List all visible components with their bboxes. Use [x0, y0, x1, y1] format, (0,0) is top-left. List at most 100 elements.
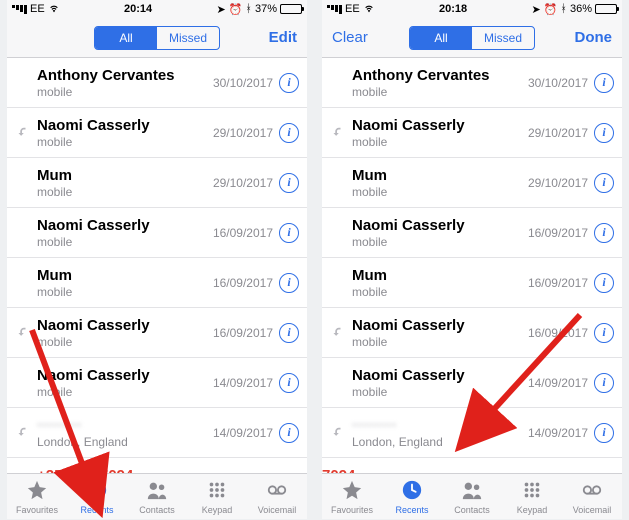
info-icon[interactable]: i [279, 423, 299, 443]
call-row[interactable]: Naomi Casserlymobile16/09/2017i [7, 208, 307, 258]
favourites-icon [341, 479, 363, 503]
info-icon[interactable]: i [279, 473, 299, 474]
call-row[interactable]: Naomi Casserlymobile14/09/2017 i [7, 358, 307, 408]
caller-name: Mum [37, 267, 213, 285]
info-icon[interactable]: i [594, 173, 614, 193]
info-icon[interactable]: i [279, 273, 299, 293]
nav-right-button[interactable]: Edit [247, 29, 297, 46]
location-icon: ➤ [531, 3, 540, 16]
tab-label: Recents [395, 505, 428, 515]
info-icon[interactable]: i [594, 323, 614, 343]
caller-subtitle: London, England [37, 435, 213, 449]
info-icon[interactable]: i [594, 423, 614, 443]
info-icon[interactable]: i [279, 373, 299, 393]
info-icon[interactable]: i [594, 473, 614, 474]
keypad-icon [206, 479, 228, 503]
battery-icon [280, 4, 302, 14]
battery-icon [595, 4, 617, 14]
status-bar: EE 20:18 ➤ ⏰ ᚼ 36% [322, 0, 622, 18]
call-date: 16/09/2017 [213, 326, 273, 340]
caller-subtitle: mobile [352, 385, 528, 399]
tab-recents[interactable]: Recents [382, 474, 442, 519]
caller-subtitle: mobile [37, 385, 213, 399]
navbar: Clear All Missed Done [322, 18, 622, 58]
wifi-icon [363, 4, 375, 14]
tab-recents[interactable]: Recents [67, 474, 127, 519]
tab-bar: Favourites Recents Contacts KeypadVoicemail [7, 473, 307, 519]
alarm-icon: ⏰ [229, 3, 243, 16]
outgoing-call-icon [15, 126, 29, 140]
tab-contacts[interactable]: Contacts [127, 474, 187, 519]
info-icon[interactable]: i [279, 73, 299, 93]
call-list[interactable]: Anthony Cervantesmobile30/10/2017iNaomi … [322, 58, 622, 473]
call-list[interactable]: Anthony Cervantesmobile30/10/2017iNaomi … [7, 58, 307, 473]
segment-all[interactable]: All [410, 27, 472, 49]
call-date: 14/09/2017 [528, 376, 588, 390]
tab-label: Contacts [139, 505, 175, 515]
call-date: 16/09/2017 [528, 326, 588, 340]
nav-right-button[interactable]: Done [562, 29, 612, 46]
tab-favourites[interactable]: Favourites [7, 474, 67, 519]
info-icon[interactable]: i [594, 123, 614, 143]
segment-all[interactable]: All [95, 27, 157, 49]
call-row[interactable]: Mummobile29/10/2017 i [322, 158, 622, 208]
tab-voicemail[interactable]: Voicemail [562, 474, 622, 519]
call-row[interactable]: Mummobile16/09/2017i [322, 258, 622, 308]
call-row[interactable]: Anthony Cervantesmobile30/10/2017i [7, 58, 307, 108]
info-icon[interactable]: i [594, 73, 614, 93]
segmented-control[interactable]: All Missed [94, 26, 220, 50]
call-date: 14/09/2017 [213, 376, 273, 390]
call-row[interactable]: ·········London, England14/09/2017i [322, 408, 622, 458]
info-icon[interactable]: i [279, 173, 299, 193]
caller-name: Mum [352, 167, 528, 185]
battery-pct: 37% [255, 3, 277, 15]
caller-subtitle: mobile [352, 335, 528, 349]
tab-keypad[interactable]: Keypad [502, 474, 562, 519]
info-icon[interactable]: i [279, 323, 299, 343]
caller-name: Naomi Casserly [352, 317, 528, 335]
contacts-icon [461, 479, 483, 503]
caller-name: Naomi Casserly [37, 367, 213, 385]
call-row[interactable]: Naomi Casserlymobile16/09/2017i [7, 308, 307, 358]
call-row[interactable]: Naomi Casserlymobile16/09/2017 i [322, 308, 622, 358]
info-icon[interactable]: i [279, 223, 299, 243]
segment-missed[interactable]: Missed [157, 27, 219, 49]
segment-missed[interactable]: Missed [472, 27, 534, 49]
call-row[interactable]: Naomi Casserlymobile29/10/2017i [322, 108, 622, 158]
call-row[interactable]: Mummobile29/10/2017i [7, 158, 307, 208]
nav-left-button[interactable]: Clear [332, 29, 382, 46]
call-row[interactable]: Mummobile16/09/2017i [7, 258, 307, 308]
bluetooth-icon: ᚼ [245, 3, 252, 15]
caller-subtitle: mobile [37, 235, 213, 249]
call-row[interactable]: Naomi Casserlymobile29/10/2017i [7, 108, 307, 158]
tab-favourites[interactable]: Favourites [322, 474, 382, 519]
info-icon[interactable]: i [594, 273, 614, 293]
caller-subtitle: mobile [352, 185, 528, 199]
caller-name: Anthony Cervantes [37, 67, 213, 85]
caller-subtitle: mobile [352, 135, 528, 149]
call-date: 30/10/2017 [528, 76, 588, 90]
tab-voicemail[interactable]: Voicemail [247, 474, 307, 519]
caller-subtitle: mobile [37, 335, 213, 349]
tab-bar: Favourites Recents ContactsKeypad Voicemail [322, 473, 622, 519]
caller-name: Mum [352, 267, 528, 285]
signal-icon [327, 5, 342, 14]
tab-keypad[interactable]: Keypad [187, 474, 247, 519]
tab-label: Favourites [331, 505, 373, 515]
call-row[interactable]: Naomi Casserlymobile14/09/2017i [322, 358, 622, 408]
info-icon[interactable]: i [594, 223, 614, 243]
call-row[interactable]: 5047094lia13/09/2017iDelete [322, 458, 622, 473]
call-row[interactable]: Naomi Casserlymobile16/09/2017i [322, 208, 622, 258]
info-icon[interactable]: i [279, 123, 299, 143]
outgoing-call-icon [15, 326, 29, 340]
tab-label: Voicemail [573, 505, 612, 515]
navbar: All Missed Edit [7, 18, 307, 58]
info-icon[interactable]: i [594, 373, 614, 393]
call-row[interactable]: +252 5047094Somalia13/09/2017i [7, 458, 307, 473]
call-row[interactable]: ·········London, England14/09/2017i [7, 408, 307, 458]
call-row[interactable]: Anthony Cervantesmobile30/10/2017i [322, 58, 622, 108]
tab-contacts[interactable]: Contacts [442, 474, 502, 519]
call-date: 29/10/2017 [528, 176, 588, 190]
tab-label: Favourites [16, 505, 58, 515]
segmented-control[interactable]: All Missed [409, 26, 535, 50]
